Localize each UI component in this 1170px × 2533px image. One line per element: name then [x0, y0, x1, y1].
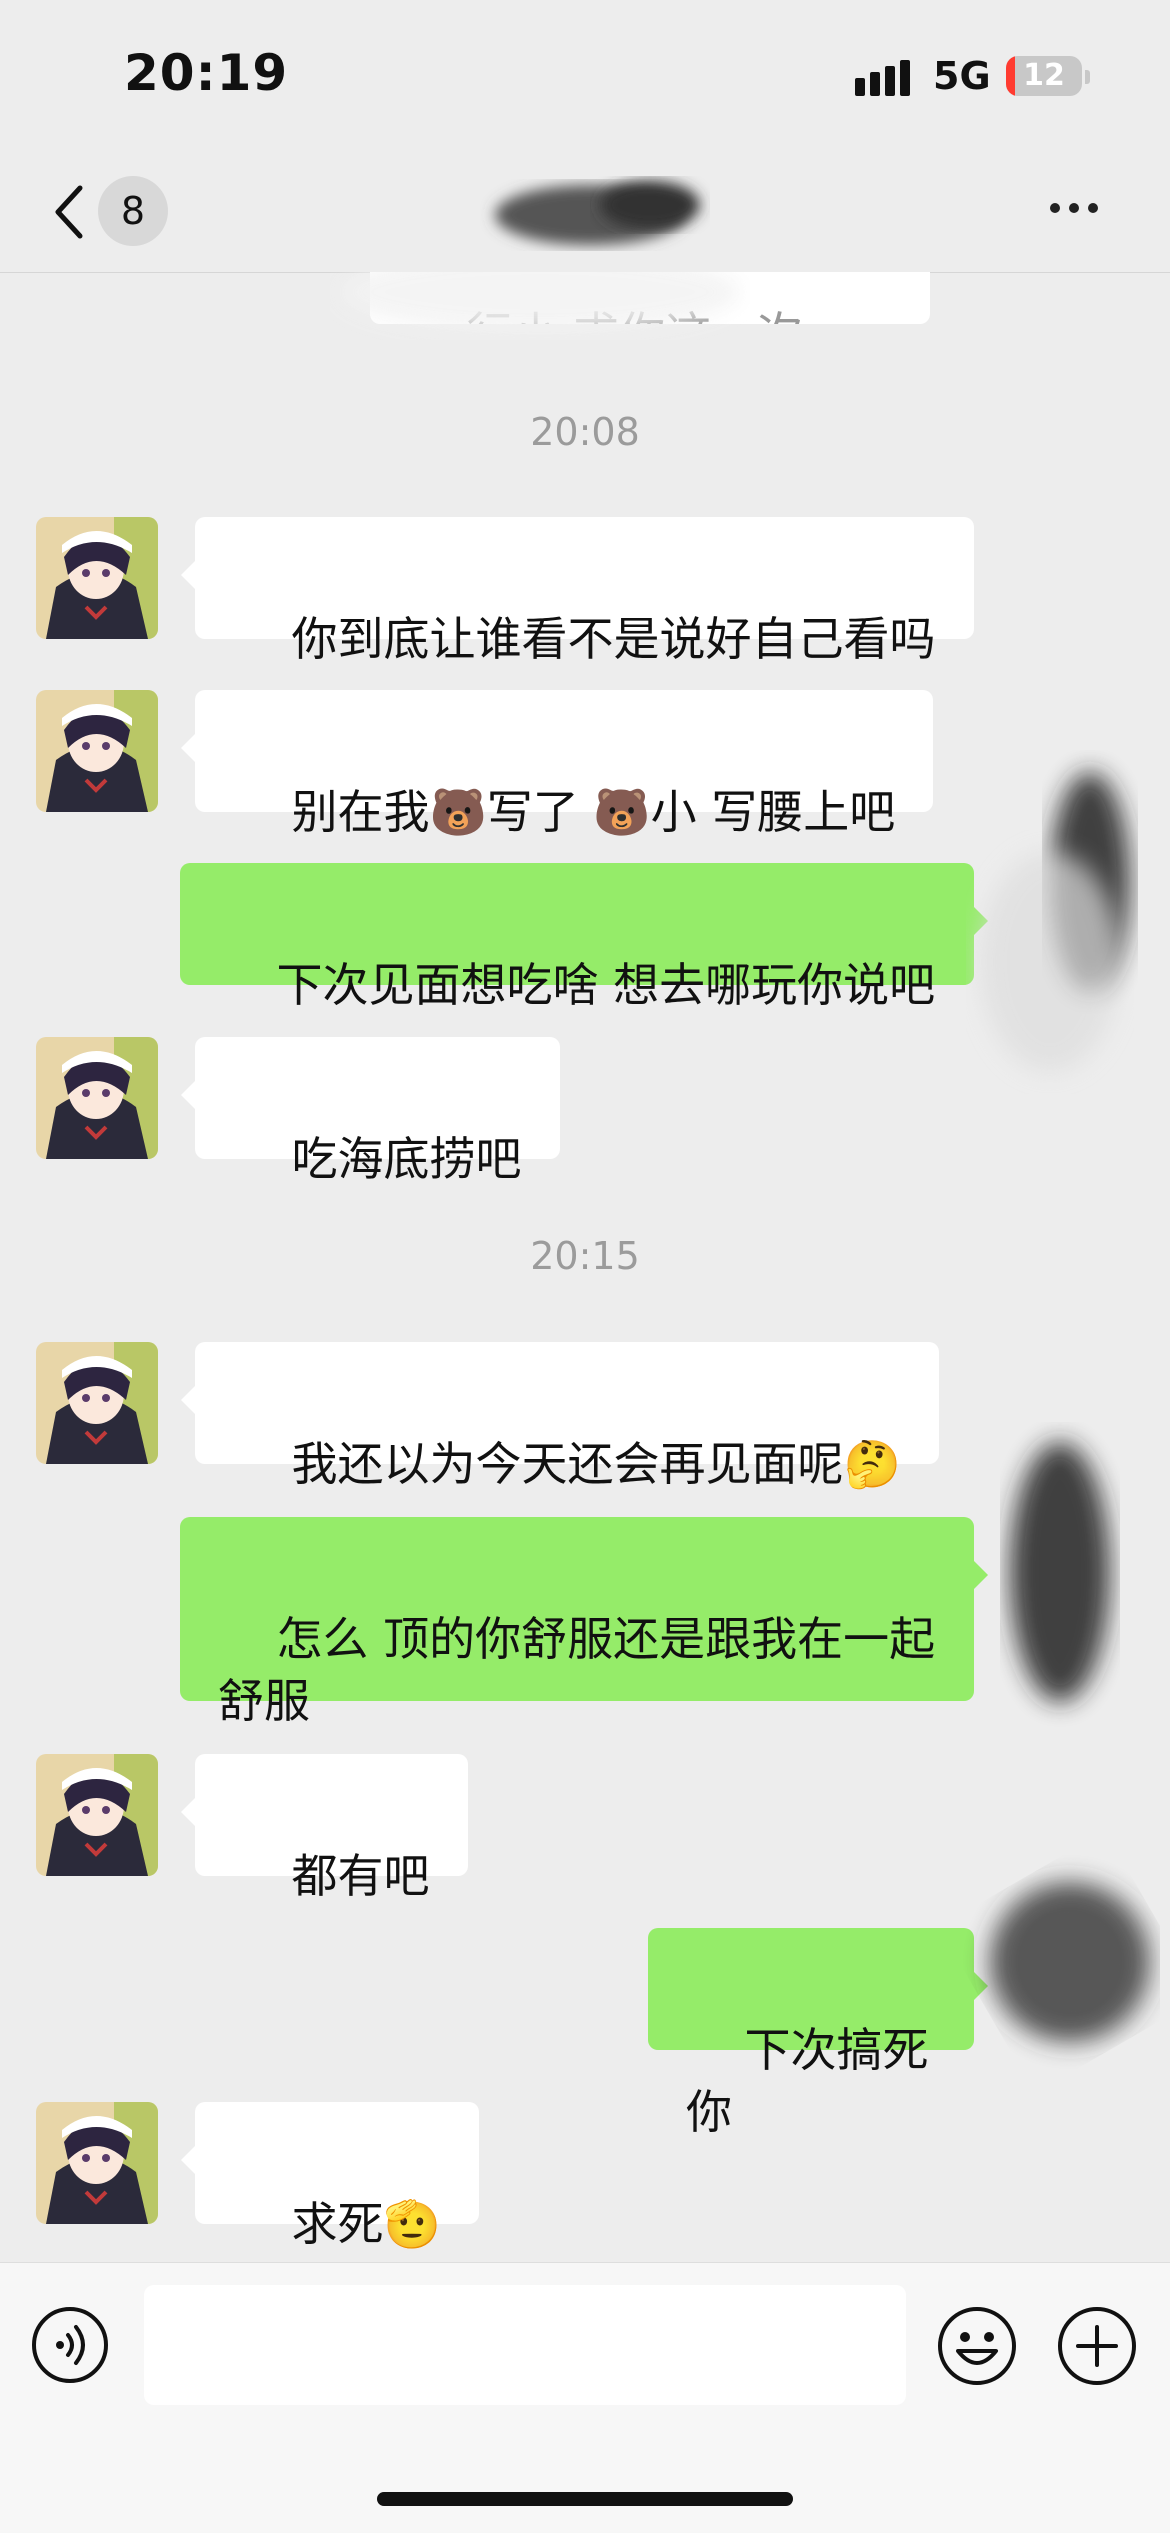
more-icon-dot [1088, 203, 1098, 213]
message-bubble-incoming[interactable]: 都有吧 [181, 1754, 468, 1903]
timestamp: 20:08 [530, 410, 640, 454]
message-bubble-incoming[interactable]: 吃海底捞吧 [181, 1037, 560, 1186]
nav-bar: 8 [0, 150, 1170, 273]
message-input[interactable] [144, 2285, 906, 2405]
message-text: 你到底让谁看不是说好自己看吗 [291, 612, 936, 666]
status-time: 20:19 [124, 44, 289, 102]
input-bar [0, 2262, 1170, 2533]
message-text: 吃海底捞吧 [291, 1132, 522, 1186]
avatar[interactable] [36, 690, 158, 812]
battery-tip [1085, 70, 1090, 84]
home-indicator[interactable] [377, 2492, 793, 2506]
more-functions-button[interactable] [1056, 2305, 1138, 2387]
redaction-smudge [340, 272, 740, 332]
redacted-chat-title [495, 181, 700, 245]
message-bubble-outgoing[interactable]: 怎么 顶的你舒服还是跟我在一起舒服 [180, 1517, 988, 1728]
message-text: 下次见面想吃啥 想去哪玩你说吧 [276, 958, 936, 1012]
message-bubble-outgoing[interactable]: 下次见面想吃啥 想去哪玩你说吧 [180, 863, 988, 1012]
avatar-image [36, 2102, 158, 2224]
voice-icon [32, 2307, 108, 2383]
chevron-left-icon [55, 185, 83, 239]
battery-percent: 12 [1023, 58, 1065, 93]
message-text: 别在我🐻写了 🐻小 写腰上吧 [291, 785, 896, 839]
emoji-icon [938, 2307, 1016, 2385]
avatar[interactable] [36, 1342, 158, 1464]
redaction-smudge [990, 1882, 1150, 2042]
message-bubble-incoming[interactable]: 求死🫡 [181, 2102, 479, 2251]
avatar-image [36, 690, 158, 812]
message-bubble-incoming[interactable]: 我还以为今天还会再见面呢🤔 [181, 1342, 939, 1491]
unread-badge: 8 [98, 176, 168, 246]
message-bubble-incoming[interactable]: 别在我🐻写了 🐻小 写腰上吧 [180, 690, 934, 839]
message-bubble-outgoing[interactable]: 下次搞死你 [648, 1928, 988, 2139]
avatar[interactable] [36, 1754, 158, 1876]
avatar-image [36, 1037, 158, 1159]
more-button[interactable] [1050, 198, 1120, 228]
more-icon-dot [1069, 203, 1079, 213]
message-text: 我还以为今天还会再见面呢🤔 [291, 1437, 901, 1491]
signal-icon [855, 60, 915, 96]
redaction-smudge [1010, 1442, 1110, 1702]
more-icon [1050, 203, 1060, 213]
avatar-image [36, 1342, 158, 1464]
chat-area[interactable]: 行小 求你这一次。 20:08 你到底让谁看不是说好自己看吗 [0, 272, 1170, 2262]
avatar-image [36, 517, 158, 639]
avatar[interactable] [36, 1037, 158, 1159]
message-text: 都有吧 [291, 1849, 430, 1903]
status-bar: 20:19 5G 12 [0, 0, 1170, 150]
plus-icon [1058, 2307, 1136, 2385]
redaction-smudge [980, 772, 1130, 1072]
avatar[interactable] [36, 517, 158, 639]
emoji-button[interactable] [936, 2305, 1018, 2387]
back-button[interactable]: 8 [40, 174, 200, 250]
message-text: 求死🫡 [291, 2197, 441, 2251]
network-type: 5G [933, 54, 991, 98]
avatar[interactable] [36, 2102, 158, 2224]
avatar-image [36, 1754, 158, 1876]
message-text: 下次搞死你 [686, 2023, 929, 2139]
voice-button[interactable] [30, 2305, 110, 2385]
message-bubble-incoming[interactable]: 你到底让谁看不是说好自己看吗 [181, 517, 974, 666]
message-text: 怎么 顶的你舒服还是跟我在一起舒服 [218, 1612, 936, 1728]
battery-icon: 12 [1006, 56, 1082, 96]
